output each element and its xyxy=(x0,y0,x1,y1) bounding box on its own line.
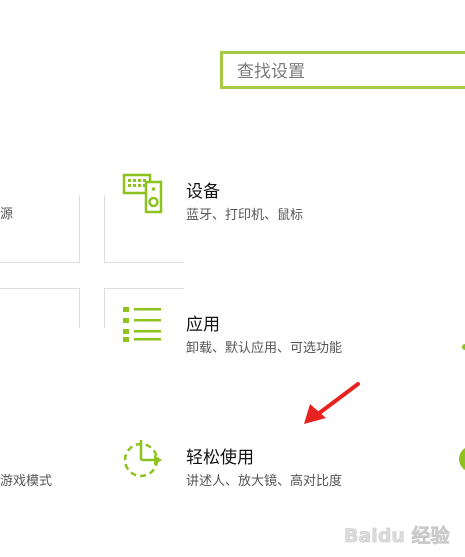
devices-icon xyxy=(122,172,166,220)
settings-item-desc: 讲述人、放大镜、高对比度 xyxy=(186,474,343,489)
tile-divider xyxy=(104,288,184,289)
settings-item-desc: 卸载、默认应用、可选功能 xyxy=(186,341,343,356)
search-box[interactable] xyxy=(220,51,465,89)
partial-item-desc[interactable]: 源 xyxy=(0,203,13,222)
ease-of-access-icon xyxy=(120,438,164,486)
tile-divider xyxy=(0,262,79,263)
settings-item-title: 设备 xyxy=(186,182,220,202)
apps-list-icon xyxy=(122,305,166,349)
settings-item-apps[interactable]: 应用 卸载、默认应用、可选功能 xyxy=(118,305,378,365)
tile-divider xyxy=(104,288,105,328)
watermark-text: Baidu 经验 xyxy=(344,524,451,547)
tile-divider xyxy=(79,288,80,328)
tile-divider xyxy=(104,262,184,263)
settings-item-ease-of-access[interactable]: 轻松使用 讲述人、放大镜、高对比度 xyxy=(118,438,378,498)
settings-item-title: 轻松使用 xyxy=(186,448,254,468)
watermark-logo: Baidu 经验 xyxy=(300,514,465,553)
partial-item-desc[interactable]: 游戏模式 xyxy=(0,470,52,489)
partial-icon xyxy=(459,337,465,356)
tile-divider xyxy=(79,195,80,263)
tile-divider xyxy=(104,195,105,263)
settings-item-title: 应用 xyxy=(186,315,220,335)
annotation-arrow-icon xyxy=(300,380,362,430)
settings-item-desc: 蓝牙、打印机、鼠标 xyxy=(186,208,304,223)
tile-divider xyxy=(0,288,79,289)
search-input[interactable] xyxy=(235,60,459,84)
settings-item-devices[interactable]: 设备 蓝牙、打印机、鼠标 xyxy=(118,172,358,232)
partial-icon xyxy=(456,444,465,478)
